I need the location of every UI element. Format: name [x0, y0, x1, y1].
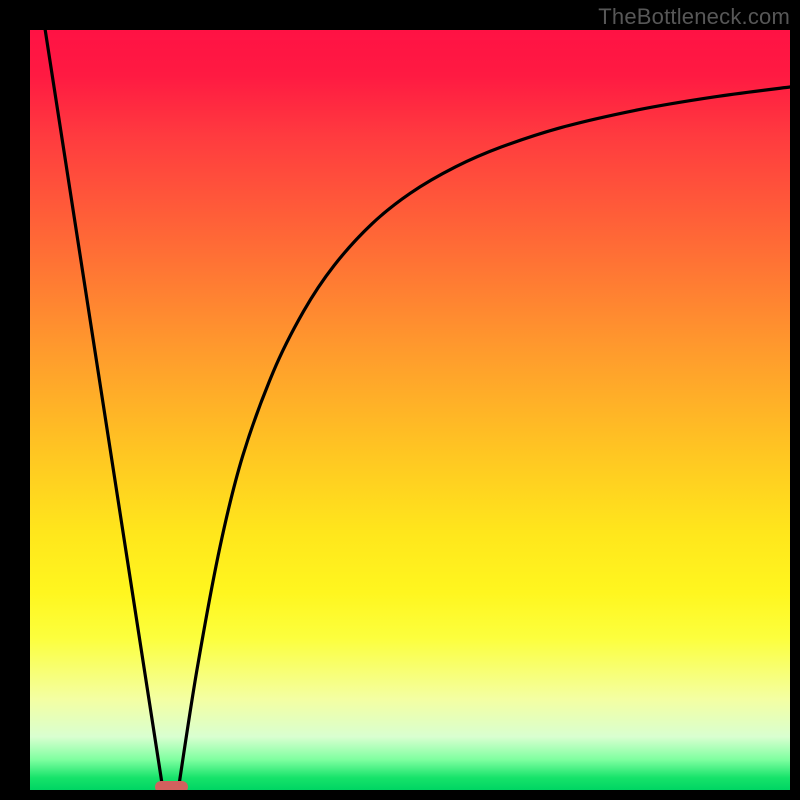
watermark-text: TheBottleneck.com — [598, 4, 790, 30]
curve-layer — [30, 30, 790, 790]
right-curve-line — [178, 87, 790, 790]
bottleneck-marker — [155, 781, 188, 790]
plot-area — [30, 30, 790, 790]
left-descent-line — [45, 30, 163, 790]
chart-frame: TheBottleneck.com — [0, 0, 800, 800]
